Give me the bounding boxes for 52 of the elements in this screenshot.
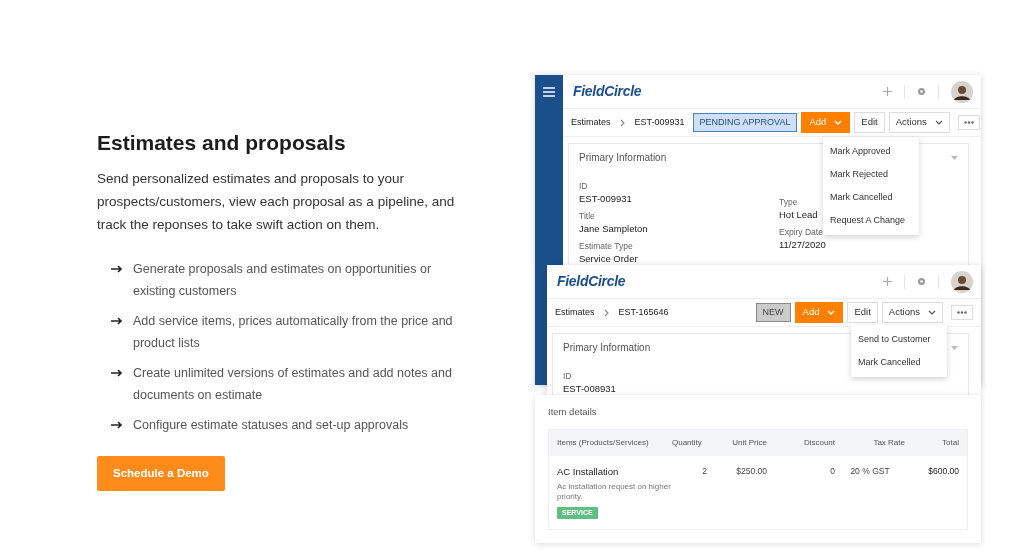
field-value: Service Order (579, 253, 639, 265)
app-logo: FieldCircle (573, 82, 642, 101)
table-cell-text: 0 (829, 465, 835, 479)
breadcrumb-current: EST-165646 (618, 305, 669, 319)
field-label: Estimate Type (579, 241, 634, 251)
menu-item[interactable]: Request A Change (823, 209, 919, 232)
field-label: ID (579, 181, 589, 191)
field-label: Title (579, 211, 596, 221)
menu-item[interactable]: Mark Cancelled (823, 186, 919, 209)
column-header: Items (Products/Services) (557, 437, 650, 450)
column-header: Unit Price (731, 437, 767, 450)
field-value: Hot Lead (779, 209, 819, 221)
actions-button[interactable]: Actions (881, 302, 943, 323)
actions-button[interactable]: Actions (888, 112, 950, 133)
feature-text: Create unlimited versions of estimates and add notes and documents on estimate (133, 365, 453, 405)
section-title: Estimates and proposals (97, 130, 347, 156)
menu-item[interactable]: Mark Approved (823, 140, 919, 163)
section-description: Send personalized estimates and proposals to your prospects/customers, view each proposal as a pipeline, and track the reponses to take swift action on them. (97, 170, 456, 235)
table-cell-text: 20 % GST (849, 465, 891, 479)
field-label: Type (779, 197, 799, 207)
field-value: 11/27/2020 (779, 239, 826, 251)
table-cell-text: 2 (701, 465, 707, 479)
field-value: EST-009931 (579, 193, 633, 205)
feature-text: Configure estimate statuses and set-up approvals (133, 417, 409, 435)
table-cell-text: $600.00 (927, 465, 959, 479)
field-value: EST-008931 (563, 383, 617, 395)
field-label: ID (563, 371, 573, 381)
column-header: Tax Rate (872, 437, 905, 450)
edit-button[interactable]: Edit (854, 112, 885, 133)
item-description: Ac installation request on higher priority. (557, 481, 672, 502)
card-title: Item details (548, 405, 598, 419)
table-cell-text: $250.00 (735, 465, 767, 479)
field-label: Expiry Date (779, 227, 824, 237)
feature-text: Add service items, prices automatically from the price and product lists (133, 313, 454, 353)
feature-text: Generate proposals and estimates on opportunities or existing customers (133, 261, 433, 301)
panel-title: Primary Information (563, 341, 651, 354)
app-logo: FieldCircle (557, 272, 626, 291)
field-value: Jane Sampleton (579, 223, 649, 235)
menu-item[interactable]: Mark Cancelled (851, 351, 947, 374)
column-header: Total (941, 437, 959, 450)
menu-item[interactable]: Mark Rejected (823, 163, 919, 186)
item-name: AC Installation (557, 465, 620, 480)
column-header: Discount (802, 437, 835, 450)
status-badge: NEW (755, 302, 791, 323)
menu-item[interactable]: Send to Customer (851, 328, 947, 351)
status-badge: PENDING APPROVAL (692, 112, 798, 133)
edit-button[interactable]: Edit (847, 302, 878, 323)
breadcrumb-link[interactable]: Estimates (555, 305, 595, 320)
breadcrumb-link[interactable]: Estimates (571, 115, 611, 130)
breadcrumb-current: EST-009931 (634, 115, 685, 129)
column-header: Quantity (672, 437, 703, 450)
panel-title: Primary Information (579, 151, 667, 164)
